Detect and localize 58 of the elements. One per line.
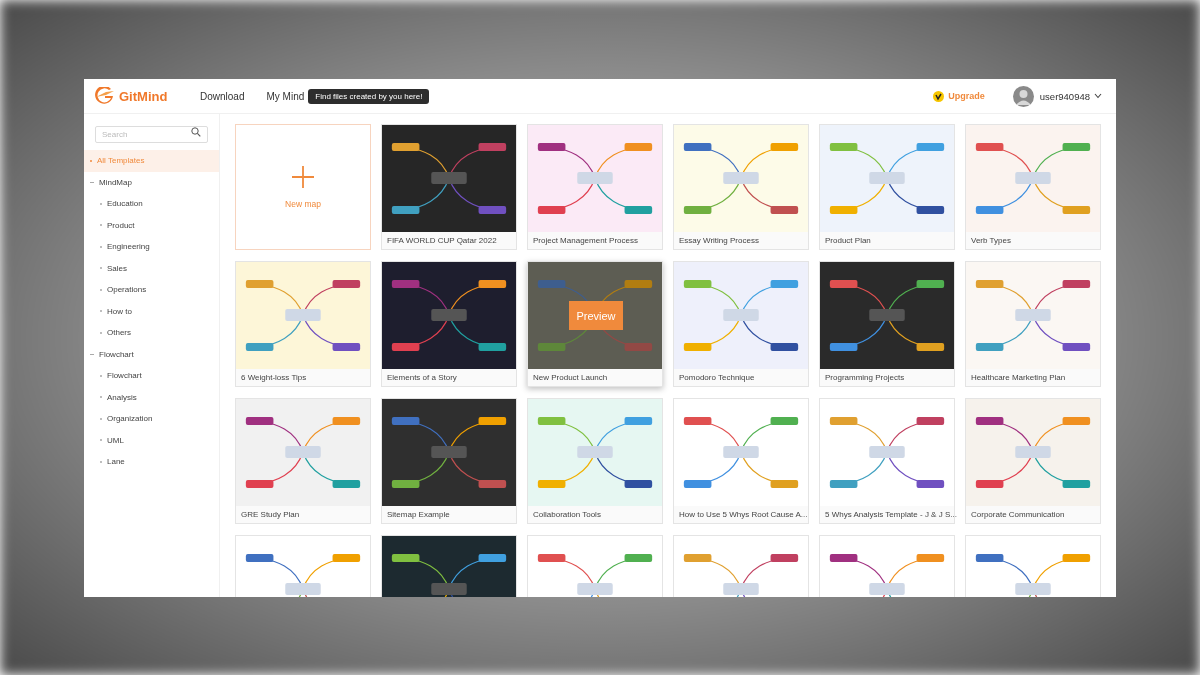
template-card[interactable]: Product Plan	[819, 124, 955, 250]
logo-icon	[94, 87, 116, 105]
template-title: Collaboration Tools	[532, 509, 602, 521]
template-title: Programming Projects	[824, 372, 906, 384]
category-item[interactable]: Analysis	[84, 386, 219, 408]
nav-link[interactable]: Download	[200, 90, 245, 102]
category-item[interactable]: Organization	[84, 408, 219, 430]
brand-name: GitMind	[119, 88, 168, 104]
category-item[interactable]: Flowchart	[84, 365, 219, 387]
category-item[interactable]: Operations	[84, 279, 219, 301]
template-card[interactable]: GRE Study Plan	[235, 398, 371, 524]
avatar-icon[interactable]	[1012, 85, 1034, 107]
template-title: Healthcare Marketing Plan	[970, 372, 1067, 384]
search-field[interactable]: Search	[95, 126, 208, 143]
chevron-down-icon	[1094, 93, 1102, 99]
template-title: Sitemap Example	[386, 509, 451, 521]
template-card[interactable]: Programming Projects	[819, 261, 955, 387]
template-title: Pomodoro Technique	[678, 372, 756, 384]
template-title: Elements of a Story	[386, 372, 458, 384]
template-card[interactable]: 6 Weight-loss Tips	[235, 261, 371, 387]
template-card[interactable]: Verb Types	[965, 124, 1101, 250]
template-card[interactable]: Healthcare Marketing Plan	[965, 261, 1101, 387]
template-title: 6 Weight-loss Tips	[240, 372, 308, 384]
template-card[interactable]: Collaboration Tools	[527, 398, 663, 524]
category-item[interactable]: Others	[84, 322, 219, 344]
category-item[interactable]: Engineering	[84, 236, 219, 258]
category-item[interactable]: Product	[84, 214, 219, 236]
template-card[interactable]: 5 Whys Analysis Template - J & J S...	[819, 398, 955, 524]
template-title: Corporate Communication	[970, 509, 1066, 521]
template-title: GRE Study Plan	[240, 509, 301, 521]
user-menu[interactable]: user940948	[1039, 90, 1102, 102]
template-card[interactable]: Pomodoro Technique	[673, 261, 809, 387]
nav-link[interactable]: My Mind	[266, 90, 305, 102]
template-card[interactable]: Elements of a Story	[381, 261, 517, 387]
template-card[interactable]: Preview New Product Launch	[527, 261, 663, 387]
template-title: Verb Types	[970, 235, 1012, 247]
category-item[interactable]: UML	[84, 429, 219, 451]
template-card[interactable]: FIFA WORLD CUP Qatar 2022	[381, 124, 517, 250]
category-item[interactable]: Education	[84, 193, 219, 215]
template-card[interactable]: How to Use 5 Whys Root Cause A...	[673, 398, 809, 524]
search-icon	[191, 127, 201, 137]
template-card[interactable]: Sitemap Example	[381, 398, 517, 524]
template-title: Project Management Process	[532, 235, 639, 247]
plus-icon	[291, 165, 315, 189]
template-title: FIFA WORLD CUP Qatar 2022	[386, 235, 498, 247]
category-item[interactable]: Lane	[84, 451, 219, 473]
template-card[interactable]: Essay Writing Process	[673, 124, 809, 250]
category-item[interactable]: Flowchart	[84, 343, 219, 365]
template-card[interactable]: Project Management Process	[527, 124, 663, 250]
template-title: Essay Writing Process	[678, 235, 760, 247]
template-card[interactable]: Corporate Communication	[965, 398, 1101, 524]
tooltip: Find files created by you here!	[308, 88, 430, 104]
category-item[interactable]: How to	[84, 300, 219, 322]
category-item[interactable]: MindMap	[84, 171, 219, 193]
template-title: Product Plan	[824, 235, 872, 247]
category-item[interactable]: Sales	[84, 257, 219, 279]
template-title: New Product Launch	[532, 372, 609, 384]
template-title: How to Use 5 Whys Root Cause A...	[678, 509, 808, 521]
